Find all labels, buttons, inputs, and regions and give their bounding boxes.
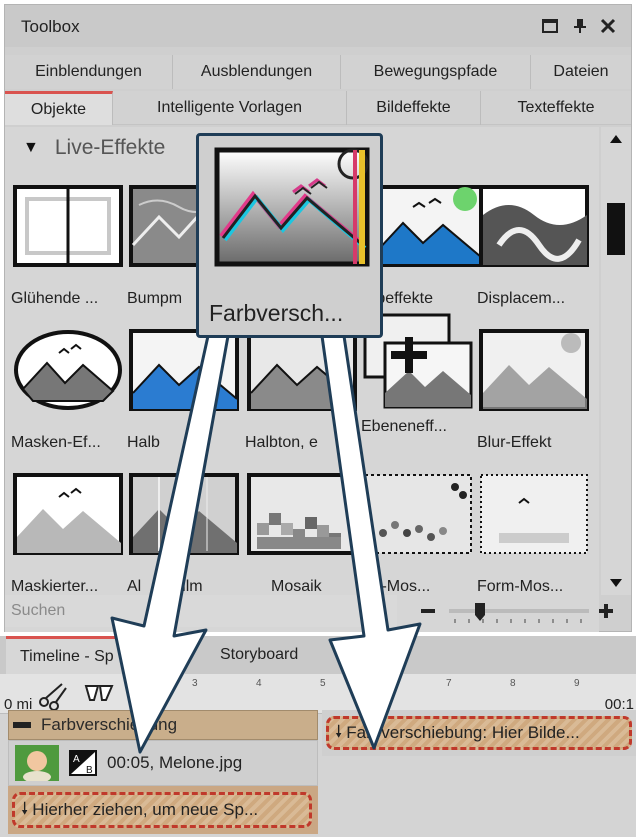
timeline-panel: Timeline - Sp nt Storyboard 3 4 5 7 8 9 0… (0, 636, 636, 837)
halftone-blue-icon (129, 329, 239, 411)
effect-label: eis-Mos... (361, 578, 431, 595)
popup-label: Farbversch... (209, 300, 344, 326)
tab-einblendungen[interactable]: Einblendungen (5, 55, 173, 89)
scissors-icon[interactable] (36, 678, 126, 712)
tab-bewegungspfade[interactable]: Bewegungspfade (341, 55, 531, 89)
ruler-tick: 8 (510, 678, 516, 689)
displacement-icon (479, 185, 589, 267)
glow-frame-icon (13, 185, 123, 267)
effect-displacement[interactable]: Displacem... (477, 185, 593, 308)
effect-halbton-e[interactable]: Halbton, e (245, 329, 361, 452)
shape-mosaic-icon (480, 474, 588, 554)
color-shift-icon (214, 147, 370, 267)
section-title: Live-Effekte (54, 136, 166, 159)
blur-icon (479, 329, 589, 411)
scrollbar-graphic (607, 135, 625, 587)
effect-masken[interactable]: Masken-Ef... (11, 329, 127, 452)
pin-icon[interactable] (569, 15, 591, 37)
collapse-minus-icon[interactable] (13, 722, 31, 728)
tab-intelligente-vorlagen[interactable]: Intelligente Vorlagen (113, 91, 347, 125)
effect-form-mosaik[interactable]: Form-Mos... (477, 473, 593, 596)
old-film-icon (129, 473, 239, 555)
drop-hint-left: 🠗 Hierher ziehen, um neue Sp... (12, 792, 312, 828)
effect-gluehende[interactable]: Glühende ... (11, 185, 127, 308)
toolbox-titlebar: Toolbox (5, 5, 631, 47)
search-input[interactable]: Suchen (5, 595, 397, 627)
ruler-tick: 5 (320, 678, 326, 689)
effects-scrollbar[interactable] (601, 127, 631, 595)
timeline-tabs: Timeline - Sp nt Storyboard (0, 636, 636, 674)
zoom-slider[interactable] (415, 595, 629, 627)
ruler-tick: 9 (574, 678, 580, 689)
drag-preview-popup: Farbversch... (196, 133, 383, 338)
svg-text:A: A (73, 754, 80, 765)
color-effects-icon (373, 185, 483, 267)
effect-label: Glühende ... (11, 290, 99, 307)
tab-bildeffekte[interactable]: Bildeffekte (347, 91, 481, 125)
drop-zone-effect[interactable]: 🠗 Farbverschiebung: Hier Bilde... (322, 710, 636, 756)
effect-mosaik[interactable]: Mosaik (245, 473, 361, 596)
track-header[interactable]: Farbverschiebung (8, 710, 318, 740)
toolbox-tabs-row2: Objekte Intelligente Vorlagen Bildeffekt… (5, 91, 631, 125)
svg-text:B: B (86, 765, 93, 776)
zoom-slider-graphic (421, 603, 613, 623)
drop-hint-right: 🠗 Farbverschiebung: Hier Bilde... (326, 716, 632, 750)
effect-blur[interactable]: Blur-Effekt (477, 329, 593, 452)
effect-label: Displacem... (477, 290, 566, 307)
effect-label: Masken-Ef... (11, 434, 101, 451)
track-title: Farbverschiebung (41, 715, 178, 734)
ab-transition-icon[interactable]: A B (69, 750, 97, 776)
down-arrow-icon: 🠗 (335, 721, 343, 741)
toolbox-title: Toolbox (21, 17, 80, 36)
effect-label: Halbton, e (245, 434, 318, 451)
effect-farbeffekte[interactable]: rbeffekte (371, 185, 487, 308)
tab-texteffekte[interactable]: Texteffekte (481, 91, 631, 125)
toolbox-tabs-row1: Einblendungen Ausblendungen Bewegungspfa… (5, 55, 631, 89)
effect-maskierter[interactable]: Maskierter... (11, 473, 127, 596)
effect-alter-film[interactable]: Al Film (127, 473, 243, 596)
effect-halbton[interactable]: Halb (127, 329, 243, 452)
effect-kreis-mosaik[interactable]: eis-Mos... (361, 473, 477, 596)
mosaic-icon (247, 473, 357, 555)
clip-info: 00:05, Melone.jpg (107, 753, 243, 772)
ruler-tick: 3 (192, 678, 198, 689)
tab-dateien[interactable]: Dateien (531, 55, 631, 89)
circle-mosaic-icon (364, 474, 472, 554)
tab-storyboard[interactable]: Storyboard (206, 636, 312, 674)
effect-label: Ebeneneff... (361, 418, 447, 435)
effect-label: Maskierter... (11, 578, 99, 595)
mask-ellipse-icon (14, 330, 122, 410)
ruler-tick: 4 (256, 678, 262, 689)
halftone-gray-icon (247, 329, 357, 411)
media-clip[interactable]: A B 00:05, Melone.jpg (8, 740, 318, 786)
effect-label: Al Film (127, 578, 203, 595)
effect-label: Form-Mos... (477, 578, 564, 595)
close-icon[interactable] (597, 15, 619, 37)
masked-icon (13, 473, 123, 555)
down-arrow-icon: 🠗 (21, 798, 29, 818)
ruler-tick: 7 (446, 678, 452, 689)
section-header-live-effekte[interactable]: ▼ Live-Effekte (5, 133, 165, 163)
effect-label: Mosaik (271, 578, 322, 595)
tab-timeline[interactable]: Timeline - Sp nt (6, 636, 185, 674)
maximize-icon[interactable] (539, 15, 561, 37)
effect-label: Blur-Effekt (477, 434, 552, 451)
tab-ausblendungen[interactable]: Ausblendungen (173, 55, 341, 89)
timeline-ruler[interactable]: 3 4 5 7 8 9 0 mi 00:1 (0, 674, 636, 714)
effect-label: Halb (127, 434, 160, 451)
photo-thumbnail-icon (15, 745, 59, 781)
collapse-triangle-icon[interactable]: ▼ (23, 139, 39, 157)
tab-objekte[interactable]: Objekte (5, 91, 113, 125)
drop-zone-new-track[interactable]: 🠗 Hierher ziehen, um neue Sp... (8, 786, 318, 834)
